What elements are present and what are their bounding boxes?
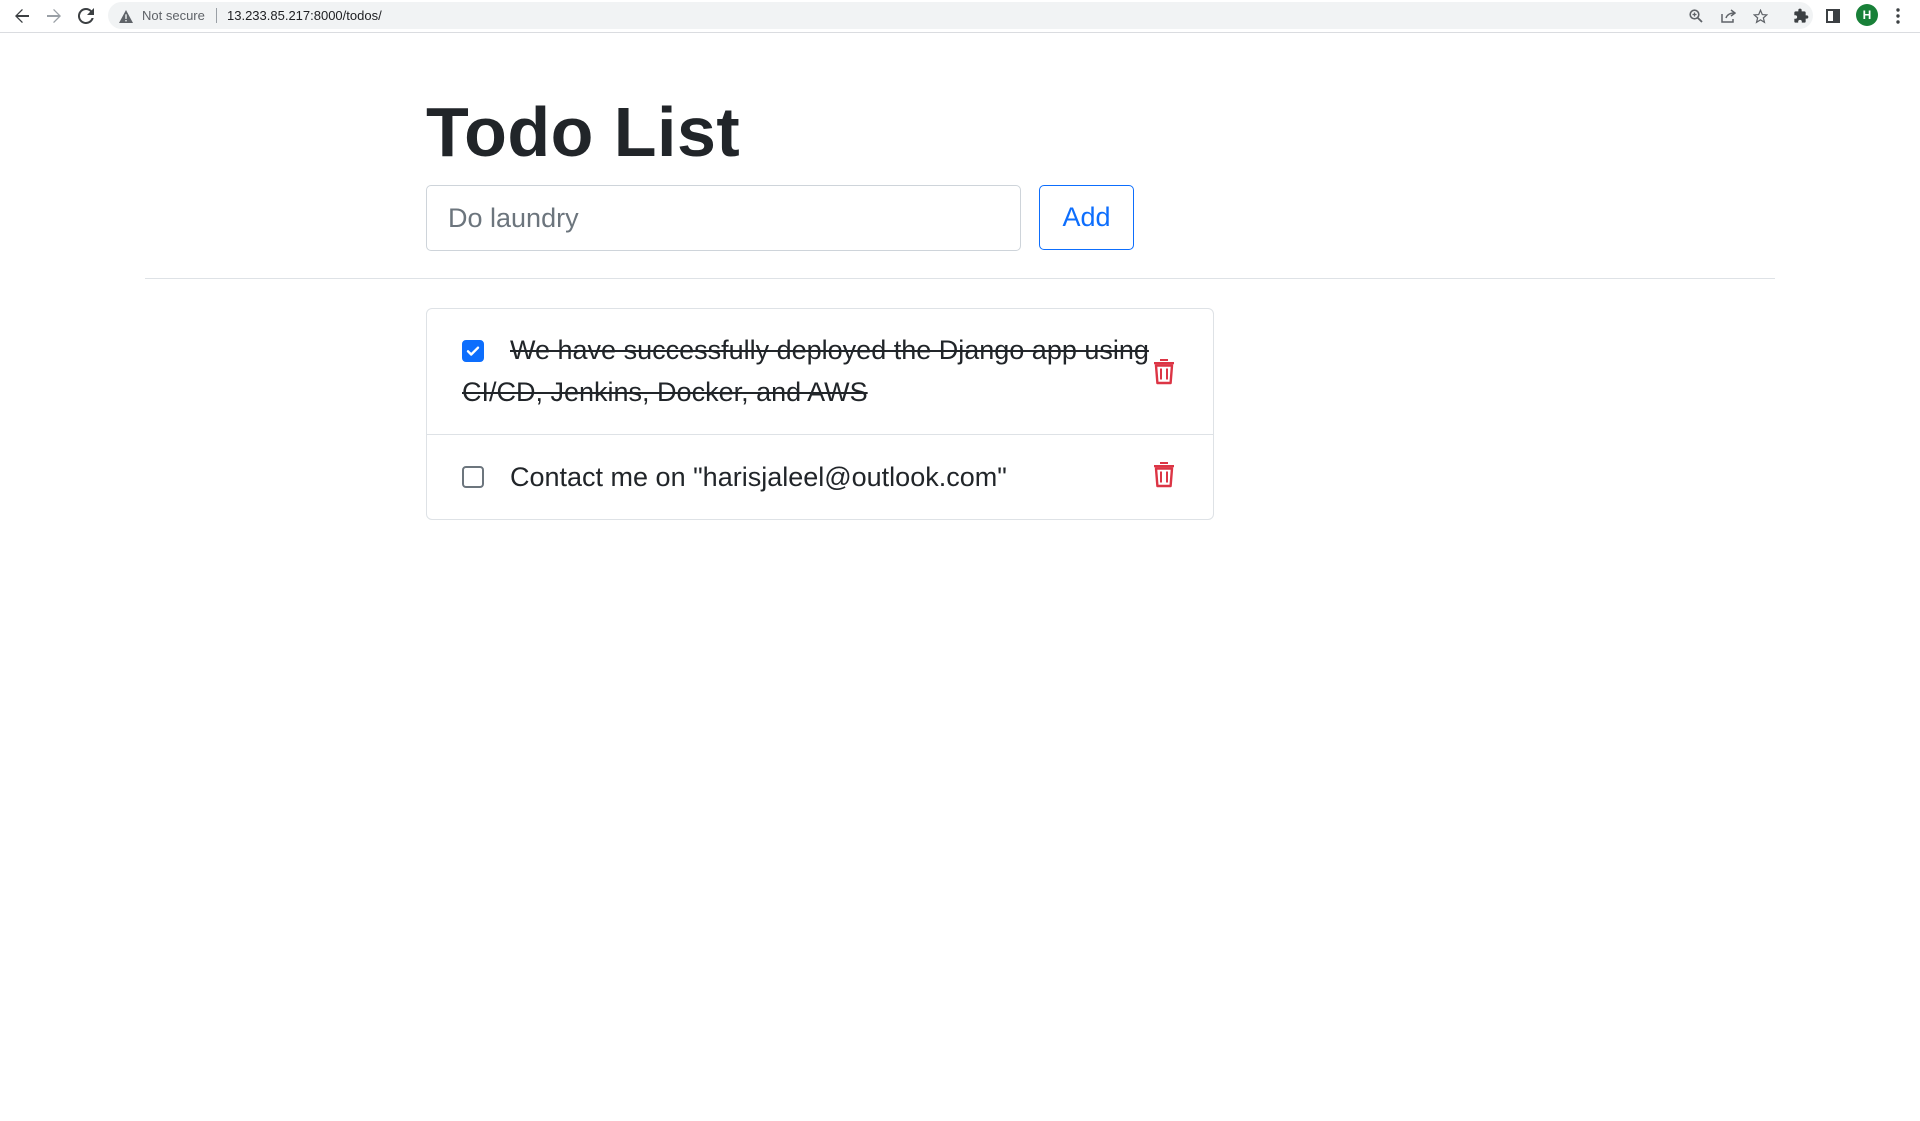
address-bar[interactable]: Not secure 13.233.85.217:8000/todos/ [108,2,1813,29]
todo-text: We have successfully deployed the Django… [462,335,1149,407]
todo-item: Contact me on "harisjaleel@outlook.com" [427,435,1213,519]
todo-item: We have successfully deployed the Django… [427,309,1213,435]
todo-text: Contact me on "harisjaleel@outlook.com" [510,462,1007,492]
share-icon[interactable] [1719,7,1737,25]
divider [145,278,1775,279]
trash-icon[interactable] [1149,458,1179,490]
puzzle-icon[interactable] [1790,5,1812,27]
todo-input[interactable] [426,185,1021,251]
todo-list: We have successfully deployed the Django… [426,308,1214,520]
reload-icon[interactable] [74,4,98,28]
add-button[interactable]: Add [1039,185,1134,250]
address-separator [216,8,217,23]
warning-triangle-icon[interactable] [118,8,134,24]
todo-text-wrapper: We have successfully deployed the Django… [462,329,1162,413]
back-icon[interactable] [10,4,34,28]
kebab-menu-icon[interactable] [1887,5,1909,27]
todo-text-wrapper: Contact me on "harisjaleel@outlook.com" [462,456,1162,498]
browser-toolbar: Not secure 13.233.85.217:8000/todos/ H [0,0,1920,33]
page-title: Todo List [426,93,741,171]
forward-icon[interactable] [42,4,66,28]
trash-icon[interactable] [1149,355,1179,387]
star-icon[interactable] [1751,7,1769,25]
zoom-icon[interactable] [1687,7,1705,25]
url-text[interactable]: 13.233.85.217:8000/todos/ [227,7,382,24]
profile-avatar[interactable]: H [1856,4,1878,26]
security-label[interactable]: Not secure [142,7,205,24]
side-panel-icon[interactable] [1822,5,1844,27]
